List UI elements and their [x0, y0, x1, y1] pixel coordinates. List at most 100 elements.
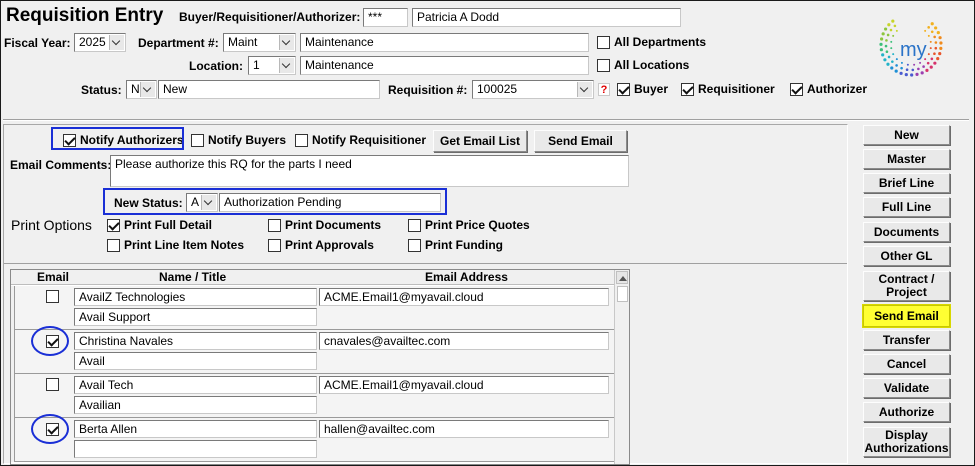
full-line-button[interactable]: Full Line — [863, 197, 950, 217]
cancel-button[interactable]: Cancel — [863, 354, 950, 374]
email-recipients-grid: Email Name / Title Email Address AvailZ … — [10, 269, 630, 465]
print-documents-checkbox[interactable] — [268, 219, 281, 232]
row-name-field[interactable]: Avail Tech — [74, 376, 317, 394]
authorizer-checkbox[interactable] — [790, 83, 803, 96]
fiscal-year-select[interactable]: 2025 — [74, 33, 126, 52]
buyer-label: Buyer/Requisitioner/Authorizer: — [179, 10, 361, 24]
requisitioner-checkbox[interactable] — [681, 83, 694, 96]
action-sidebar: New Master Brief Line Full Line Document… — [854, 125, 969, 463]
other-gl-button[interactable]: Other GL — [863, 246, 950, 266]
all-departments-checkbox[interactable] — [597, 36, 610, 49]
row-title-field[interactable] — [74, 440, 317, 458]
buyer-code-field[interactable]: *** — [363, 8, 408, 27]
notify-requisitioner-checkbox[interactable] — [295, 134, 308, 147]
row-email-field[interactable]: ACME.Email1@myavail.cloud — [319, 376, 609, 394]
print-full-detail-checkbox[interactable] — [107, 219, 120, 232]
location-label: Location: — [189, 59, 243, 73]
row-email-checkbox[interactable] — [46, 335, 59, 348]
print-options-label: Print Options — [11, 217, 92, 233]
column-header-name-title: Name / Title — [159, 270, 227, 284]
buyer-checkbox[interactable] — [617, 83, 630, 96]
location-name-field[interactable]: Maintenance — [300, 56, 589, 75]
all-locations-checkbox[interactable] — [597, 59, 610, 72]
new-button[interactable]: New — [863, 125, 950, 145]
table-row[interactable]: AvailZ Technologies Avail Support ACME.E… — [11, 286, 615, 330]
row-title-field[interactable]: Avail — [74, 352, 317, 370]
documents-button[interactable]: Documents — [863, 222, 950, 242]
my-logo: my — [875, 11, 947, 79]
requisitioner-checkbox-label: Requisitioner — [698, 82, 775, 96]
location-code: 1 — [253, 58, 260, 72]
grid-scrollbar[interactable] — [614, 270, 629, 464]
contract-project-button[interactable]: Contract / Project — [863, 271, 950, 301]
new-status-name-field[interactable]: Authorization Pending — [219, 193, 441, 212]
requisition-number-value: 100025 — [477, 82, 518, 96]
new-status-select[interactable]: A — [186, 193, 218, 212]
row-email-checkbox[interactable] — [46, 378, 59, 391]
row-name-field[interactable]: Christina Navales — [74, 332, 317, 350]
get-email-list-button[interactable]: Get Email List — [433, 130, 527, 152]
notify-authorizers-label: Notify Authorizers — [80, 133, 184, 147]
chevron-down-icon[interactable] — [109, 35, 124, 50]
row-selector[interactable] — [11, 330, 15, 374]
table-row[interactable]: Christina Navales Avail cnavales@availte… — [11, 330, 615, 374]
row-selector[interactable] — [11, 374, 15, 418]
buyer-checkbox-label: Buyer — [634, 82, 669, 96]
row-title-field[interactable]: Avail Support — [74, 308, 317, 326]
print-documents-label: Print Documents — [285, 218, 382, 232]
chevron-down-icon[interactable] — [279, 58, 294, 73]
notify-buyers-label: Notify Buyers — [208, 133, 287, 147]
row-selector[interactable] — [11, 286, 15, 330]
table-row[interactable]: Avail Tech Availian ACME.Email1@myavail.… — [11, 374, 615, 418]
row-selector[interactable] — [11, 418, 15, 462]
department-code: Maint — [228, 35, 258, 49]
row-name-field[interactable]: AvailZ Technologies — [74, 288, 317, 306]
chevron-down-icon[interactable] — [577, 82, 592, 97]
print-price-quotes-checkbox[interactable] — [408, 219, 421, 232]
help-icon[interactable]: ? — [598, 83, 610, 96]
location-select[interactable]: 1 — [248, 56, 296, 75]
print-divider — [4, 263, 847, 264]
buyer-name-field[interactable]: Patricia A Dodd — [412, 8, 681, 27]
requisition-entry-window: Requisition Entry Buyer/Requisitioner/Au… — [1, 1, 974, 465]
print-line-item-notes-label: Print Line Item Notes — [124, 238, 245, 252]
notify-requisitioner-label: Notify Requisitioner — [312, 133, 427, 147]
chevron-down-icon[interactable] — [201, 195, 216, 210]
send-email-sidebar-button[interactable]: Send Email — [863, 305, 950, 327]
fiscal-year-value: 2025 — [79, 35, 106, 49]
print-approvals-checkbox[interactable] — [268, 239, 281, 252]
row-email-field[interactable]: cnavales@availtec.com — [319, 332, 609, 350]
row-email-checkbox[interactable] — [46, 423, 59, 436]
validate-button[interactable]: Validate — [863, 378, 950, 398]
requisition-number-select[interactable]: 100025 — [472, 80, 594, 99]
row-name-field[interactable]: Berta Allen — [74, 420, 317, 438]
row-email-field[interactable]: ACME.Email1@myavail.cloud — [319, 288, 609, 306]
status-label: Status: — [81, 83, 122, 97]
department-select[interactable]: Maint — [223, 33, 296, 52]
row-title-field[interactable]: Availian — [74, 396, 317, 414]
brief-line-button[interactable]: Brief Line — [863, 173, 950, 193]
table-row[interactable]: Berta Allen hallen@availtec.com — [11, 418, 615, 462]
send-email-button[interactable]: Send Email — [534, 130, 627, 152]
department-name-field[interactable]: Maintenance — [300, 33, 589, 52]
print-funding-label: Print Funding — [425, 238, 503, 252]
requisition-number-label: Requisition #: — [388, 83, 468, 97]
chevron-down-icon[interactable] — [140, 82, 155, 97]
status-select[interactable]: N — [126, 80, 157, 99]
notify-authorizers-checkbox[interactable] — [63, 134, 76, 147]
master-button[interactable]: Master — [863, 149, 950, 169]
notify-buyers-checkbox[interactable] — [191, 134, 204, 147]
status-name-field[interactable]: New — [158, 80, 380, 99]
scroll-thumb[interactable] — [617, 286, 628, 302]
row-email-checkbox[interactable] — [46, 290, 59, 303]
transfer-button[interactable]: Transfer — [863, 330, 950, 350]
email-comments-field[interactable]: Please authorize this RQ for the parts I… — [110, 155, 629, 187]
chevron-down-icon[interactable] — [279, 35, 294, 50]
department-label: Department #: — [138, 36, 219, 50]
display-authorizations-button[interactable]: Display Authorizations — [863, 427, 950, 457]
print-funding-checkbox[interactable] — [408, 239, 421, 252]
print-line-item-notes-checkbox[interactable] — [107, 239, 120, 252]
scroll-up-icon[interactable] — [616, 271, 628, 284]
row-email-field[interactable]: hallen@availtec.com — [319, 420, 609, 438]
authorize-button[interactable]: Authorize — [863, 402, 950, 422]
